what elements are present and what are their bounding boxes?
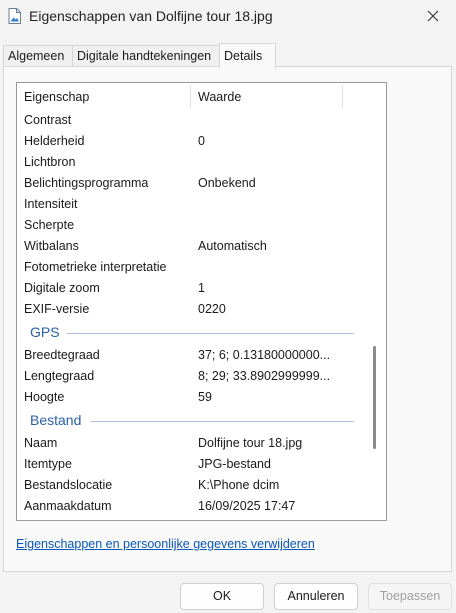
list-item[interactable]: Hoogte 59 xyxy=(17,387,386,408)
property-name: Scherpte xyxy=(24,218,75,232)
list-item[interactable]: Aanmaakdatum 16/09/2025 17:47 xyxy=(17,496,386,517)
group-divider xyxy=(67,333,354,334)
property-name: Aanmaakdatum xyxy=(24,499,112,513)
list-header: Eigenschap Waarde xyxy=(17,83,386,110)
property-value: 8; 29; 33.8902999999... xyxy=(198,369,331,383)
property-name: EXIF-versie xyxy=(24,302,90,316)
ok-button[interactable]: OK xyxy=(180,583,264,610)
list-item[interactable]: Breedtegraad 37; 6; 0.13180000000... xyxy=(17,345,386,366)
property-name: Lichtbron xyxy=(24,155,76,169)
image-file-icon xyxy=(8,8,21,24)
close-icon xyxy=(427,10,439,25)
property-name: Fotometrieke interpretatie xyxy=(24,260,167,274)
property-value: 0220 xyxy=(198,302,226,316)
column-divider[interactable] xyxy=(342,85,343,108)
group-label: Bestand xyxy=(30,412,82,428)
window-title: Eigenschappen van Dolfijne tour 18.jpg xyxy=(29,8,273,24)
cancel-button[interactable]: Annuleren xyxy=(274,583,358,610)
group-header: Bestand xyxy=(17,410,386,432)
property-value: 16/09/2025 17:47 xyxy=(198,499,296,513)
property-value: 1 xyxy=(198,281,205,295)
tab-digitale-handtekeningen[interactable]: Digitale handtekeningen xyxy=(72,45,224,67)
property-value: 37; 6; 0.13180000000... xyxy=(198,348,331,362)
property-name: Bestandslocatie xyxy=(24,478,113,492)
column-header-property[interactable]: Eigenschap xyxy=(24,90,89,104)
list-item[interactable]: Scherpte xyxy=(17,215,386,236)
property-name: Hoogte xyxy=(24,390,65,404)
apply-button[interactable]: Toepassen xyxy=(368,583,452,610)
list-item[interactable]: Contrast xyxy=(17,110,386,131)
property-value: JPG-bestand xyxy=(198,457,271,471)
list-item[interactable]: Lengtegraad 8; 29; 33.8902999999... xyxy=(17,366,386,387)
property-name: Itemtype xyxy=(24,457,72,471)
list-item[interactable]: Fotometrieke interpretatie xyxy=(17,257,386,278)
property-value: Dolfijne tour 18.jpg xyxy=(198,436,303,450)
property-value: 59 xyxy=(198,390,212,404)
property-value: K:\Phone dcim xyxy=(198,478,280,492)
list-item[interactable]: Itemtype JPG-bestand xyxy=(17,454,386,475)
group-header: GPS xyxy=(17,322,386,344)
remove-properties-link[interactable]: Eigenschappen en persoonlijke gegevens v… xyxy=(16,537,315,551)
list-item[interactable]: Digitale zoom 1 xyxy=(17,278,386,299)
close-button[interactable] xyxy=(410,0,456,34)
list-item[interactable]: EXIF-versie 0220 xyxy=(17,299,386,320)
column-header-value[interactable]: Waarde xyxy=(198,90,241,104)
list-item[interactable]: Intensiteit xyxy=(17,194,386,215)
group-label: GPS xyxy=(30,324,60,340)
tab-details[interactable]: Details xyxy=(219,43,276,68)
property-name: Helderheid xyxy=(24,134,85,148)
property-name: Naam xyxy=(24,436,58,450)
list-item[interactable]: Helderheid 0 xyxy=(17,131,386,152)
property-name: Witbalans xyxy=(24,239,79,253)
list-item[interactable]: Naam Dolfijne tour 18.jpg xyxy=(17,433,386,454)
list-item[interactable]: Witbalans Automatisch xyxy=(17,236,386,257)
property-name: Breedtegraad xyxy=(24,348,100,362)
scrollbar-thumb[interactable] xyxy=(373,346,376,449)
property-name: Intensiteit xyxy=(24,197,78,211)
title-bar: Eigenschappen van Dolfijne tour 18.jpg xyxy=(0,0,456,34)
property-name: Belichtingsprogramma xyxy=(24,176,149,190)
tab-algemeen[interactable]: Algemeen xyxy=(3,45,76,67)
property-name: Lengtegraad xyxy=(24,369,95,383)
property-name: Contrast xyxy=(24,113,72,127)
property-value: 0 xyxy=(198,134,205,148)
list-item[interactable]: Belichtingsprogramma Onbekend xyxy=(17,173,386,194)
group-divider xyxy=(91,421,354,422)
list-item[interactable]: Bestandslocatie K:\Phone dcim xyxy=(17,475,386,496)
property-value: Onbekend xyxy=(198,176,256,190)
list-item[interactable]: Lichtbron xyxy=(17,152,386,173)
property-value: Automatisch xyxy=(198,239,267,253)
property-list[interactable]: Eigenschap Waarde Contrast Helderheid 0 Lic… xyxy=(16,82,387,521)
property-name: Digitale zoom xyxy=(24,281,100,295)
column-divider[interactable] xyxy=(190,85,191,108)
